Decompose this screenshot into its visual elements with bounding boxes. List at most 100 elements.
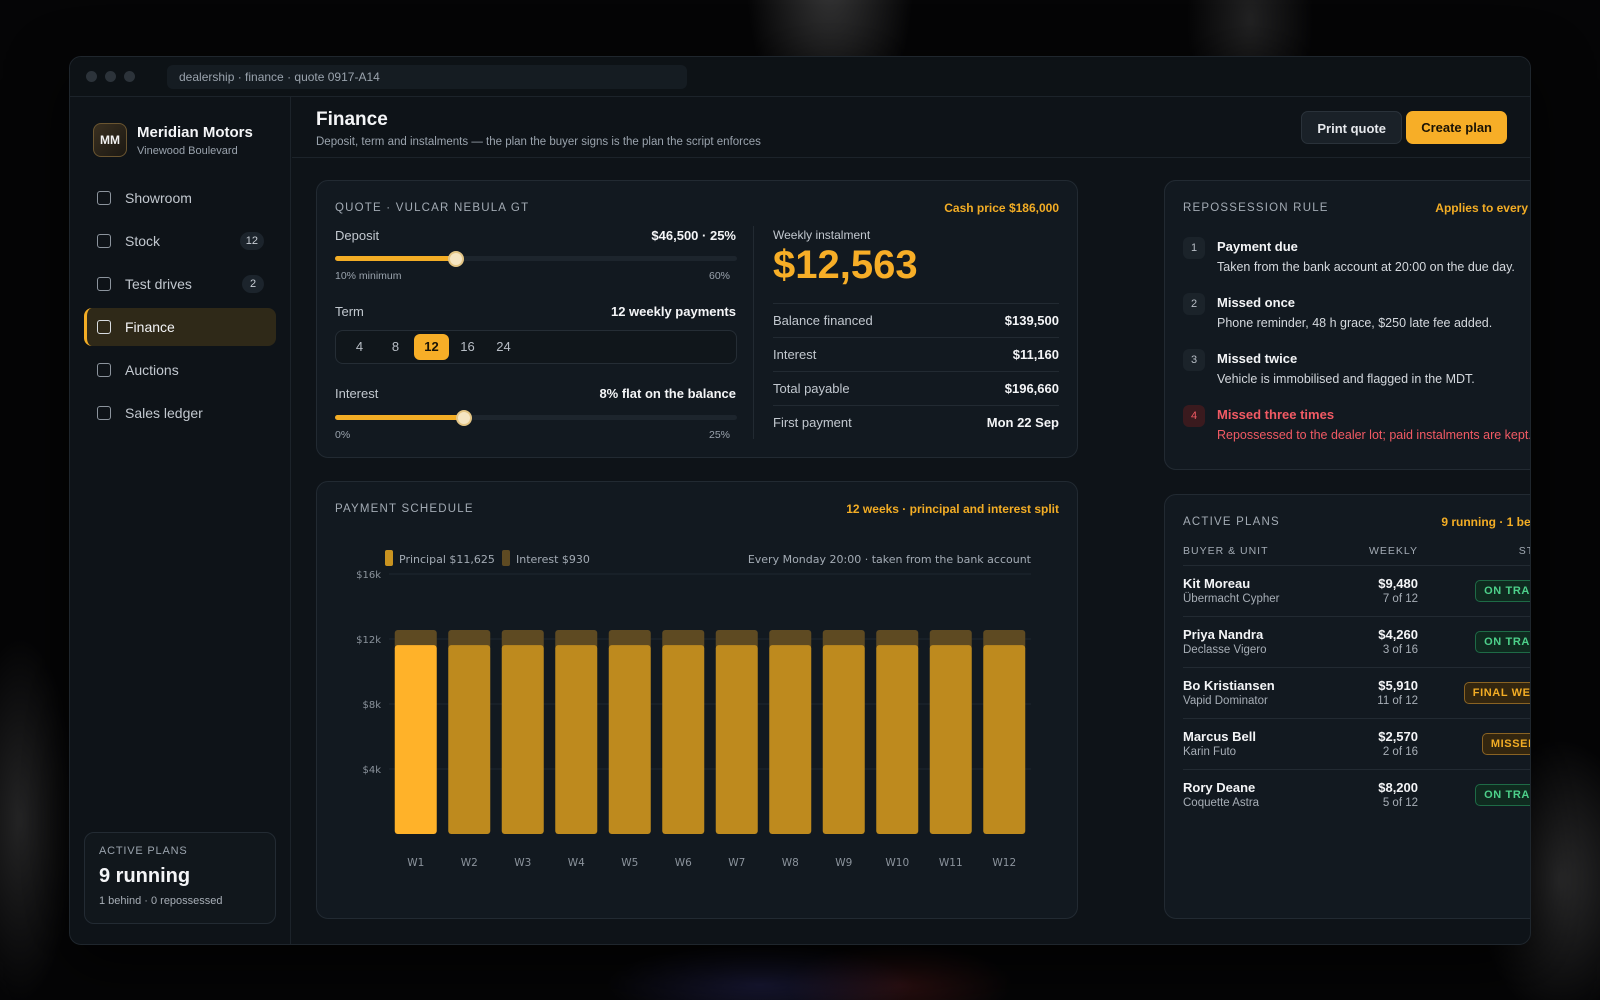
col-state: STATE	[1518, 545, 1530, 557]
active-plans-summary: ACTIVE PLANS 9 running 1 behind · 0 repo…	[84, 832, 276, 924]
interest-slider-fill	[335, 415, 464, 420]
cash-price: Cash price $186,000	[944, 201, 1059, 215]
summary-sub: 1 behind · 0 repossessed	[99, 895, 223, 907]
legend-swatch	[385, 550, 393, 566]
payment-count: 7 of 12	[1382, 593, 1418, 605]
deposit-max-label: 60%	[709, 270, 731, 282]
term-option-8[interactable]: 8	[378, 334, 413, 360]
step-number: 2	[1183, 293, 1205, 315]
x-tick-label: W5	[621, 857, 638, 869]
term-option-4[interactable]: 4	[342, 334, 377, 360]
step-number: 3	[1183, 349, 1205, 371]
checkbox-icon	[97, 191, 111, 205]
table-row[interactable]: Kit Moreau Übermacht Cypher $9,480 7 of 12 O…	[1183, 565, 1530, 616]
stat-row: Interest $11,160	[773, 337, 1059, 370]
sidebar-item-stock[interactable]: Stock 12	[84, 222, 276, 260]
x-tick-label: W11	[939, 857, 963, 869]
weekly-amount: $5,910	[1378, 678, 1418, 693]
status-badge: MISSED 1	[1481, 733, 1530, 755]
plans-table-header: BUYER & UNIT WEEKLY STATE	[1183, 545, 1530, 565]
y-tick-label: $4k	[362, 765, 381, 776]
col-weekly: WEEKLY	[1369, 545, 1418, 557]
plans-title: ACTIVE PLANS	[1183, 516, 1280, 528]
stat-value: $196,660	[1004, 380, 1059, 396]
deposit-slider[interactable]	[335, 251, 737, 267]
bar-principal	[929, 645, 972, 834]
weekly-amount: $8,200	[1378, 780, 1418, 795]
count-badge: 2	[242, 275, 264, 293]
x-tick-label: W12	[992, 857, 1016, 869]
interest-max-label: 25%	[709, 429, 731, 441]
step-heading: Missed once	[1217, 295, 1296, 310]
deposit-min-label: 10% minimum	[335, 270, 402, 282]
y-tick-label: $12k	[356, 635, 381, 646]
address-bar[interactable]: dealership · finance · quote 0917-A14	[167, 64, 687, 89]
deposit-slider-fill	[335, 256, 456, 261]
bar-principal	[983, 645, 1026, 834]
checkbox-icon	[97, 320, 111, 334]
close-window-dot[interactable]	[86, 71, 97, 82]
sidebar-item-auctions[interactable]: Auctions	[84, 351, 276, 389]
interest-label: Interest	[335, 386, 379, 401]
payment-count: 2 of 16	[1382, 746, 1418, 758]
print-quote-button[interactable]: Print quote	[1301, 111, 1402, 144]
step-description: Phone reminder, 48 h grace, $250 late fe…	[1217, 316, 1493, 330]
bar-principal	[501, 645, 544, 834]
table-row[interactable]: Marcus Bell Karin Futo $2,570 2 of 16 MISSED…	[1183, 718, 1530, 769]
stat-label: First payment	[773, 414, 852, 430]
term-option-24[interactable]: 24	[486, 334, 521, 360]
stat-row: First payment Mon 22 Sep	[773, 405, 1059, 438]
table-row[interactable]: Rory Deane Coquette Astra $8,200 5 of 12 ON …	[1183, 769, 1530, 820]
page-header: Finance Deposit, term and instalments — …	[292, 97, 1530, 158]
bar-principal	[822, 645, 865, 834]
term-option-12[interactable]: 12	[414, 334, 449, 360]
bar-principal	[608, 645, 651, 834]
step-heading: Payment due	[1217, 239, 1298, 254]
x-tick-label: W2	[461, 857, 478, 869]
buyer-name: Priya Nandra	[1183, 627, 1264, 642]
interest-slider[interactable]	[335, 410, 737, 426]
count-badge: 12	[239, 232, 264, 250]
sidebar-item-label: Test drives	[125, 276, 192, 292]
vehicle-unit: Übermacht Cypher	[1183, 593, 1280, 605]
minimize-window-dot[interactable]	[105, 71, 116, 82]
weekly-value: $12,563	[773, 243, 918, 287]
deposit-slider-handle[interactable]	[447, 251, 464, 267]
x-tick-label: W9	[835, 857, 852, 869]
y-tick-label: $8k	[362, 700, 381, 711]
deposit-label: Deposit	[335, 228, 380, 243]
weekly-amount: $4,260	[1378, 627, 1418, 642]
quote-card: QUOTE · VULCAR NEBULA GT Cash price $186…	[316, 180, 1078, 458]
status-badge: ON TRACK	[1475, 580, 1530, 602]
stat-value: $139,500	[1004, 312, 1059, 328]
vehicle-unit: Vapid Dominator	[1183, 695, 1268, 707]
quote-divider	[753, 226, 754, 439]
term-value: 12 weekly payments	[610, 304, 736, 319]
sidebar-item-showroom[interactable]: Showroom	[84, 179, 276, 217]
sidebar-item-label: Stock	[125, 233, 161, 249]
brand-location: Vinewood Boulevard	[137, 144, 238, 157]
sidebar-item-test-drives[interactable]: Test drives 2	[84, 265, 276, 303]
sidebar-item-sales-ledger[interactable]: Sales ledger	[84, 394, 276, 432]
rule-meta: Applies to every plan	[1435, 201, 1530, 215]
interest-slider-handle[interactable]	[455, 410, 472, 426]
schedule-note: Every Monday 20:00 · taken from the bank…	[748, 553, 1032, 566]
bar-principal	[448, 645, 491, 834]
weekly-label: Weekly instalment	[773, 228, 871, 242]
term-option-16[interactable]: 16	[450, 334, 485, 360]
table-row[interactable]: Priya Nandra Declasse Vigero $4,260 3 of 16…	[1183, 616, 1530, 667]
table-row[interactable]: Bo Kristiansen Vapid Dominator $5,910 11 of…	[1183, 667, 1530, 718]
sidebar-item-label: Sales ledger	[125, 405, 203, 421]
step-heading: Missed twice	[1217, 351, 1298, 366]
interest-min-label: 0%	[335, 429, 351, 441]
bar-principal	[715, 645, 758, 834]
stat-value: Mon 22 Sep	[986, 414, 1059, 430]
step-description: Taken from the bank account at 20:00 on …	[1217, 260, 1515, 274]
buyer-name: Bo Kristiansen	[1183, 678, 1275, 693]
weekly-amount: $9,480	[1378, 576, 1418, 591]
maximize-window-dot[interactable]	[124, 71, 135, 82]
brand-logo: MM	[93, 123, 127, 157]
stat-label: Balance financed	[773, 312, 873, 328]
create-plan-button[interactable]: Create plan	[1406, 111, 1507, 144]
sidebar-item-finance[interactable]: Finance	[84, 308, 276, 346]
